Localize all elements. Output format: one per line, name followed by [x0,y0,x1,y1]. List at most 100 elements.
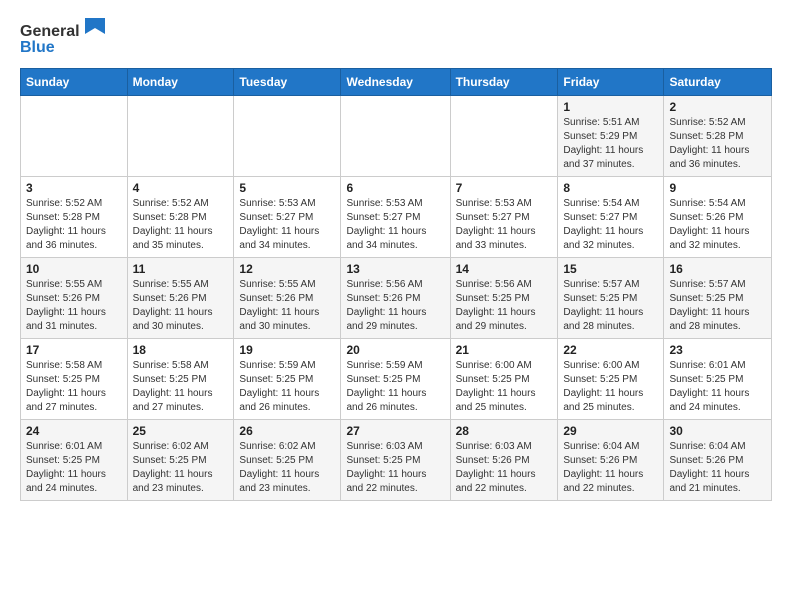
day-number: 30 [669,424,766,438]
day-info: Sunrise: 6:02 AM Sunset: 5:25 PM Dayligh… [239,440,335,496]
day-info: Sunrise: 5:53 AM Sunset: 5:27 PM Dayligh… [239,197,335,253]
day-cell: 24 Sunrise: 6:01 AM Sunset: 5:25 PM Dayli… [21,420,128,501]
day-cell: 17Sunrise: 5:58 AM Sunset: 5:25 PM Dayli… [21,339,128,420]
day-cell: 14 Sunrise: 5:56 AM Sunset: 5:25 PM Dayli… [450,258,558,339]
week-row-2: 10 Sunrise: 5:55 AM Sunset: 5:26 PM Dayli… [21,258,772,339]
day-number: 26 [239,424,335,438]
day-cell: 4 Sunrise: 5:52 AM Sunset: 5:28 PM Daylig… [127,177,234,258]
day-number: 16 [669,262,766,276]
day-info: Sunrise: 6:03 AM Sunset: 5:26 PM Dayligh… [456,440,553,496]
day-cell: 27 Sunrise: 6:03 AM Sunset: 5:25 PM Dayli… [341,420,450,501]
day-cell: 22Sunrise: 6:00 AM Sunset: 5:25 PM Dayli… [558,339,664,420]
day-cell: 13 Sunrise: 5:56 AM Sunset: 5:26 PM Dayli… [341,258,450,339]
day-info: Sunrise: 6:02 AM Sunset: 5:25 PM Dayligh… [133,440,229,496]
day-number: 3 [26,181,122,195]
day-cell: 3Sunrise: 5:52 AM Sunset: 5:28 PM Daylig… [21,177,128,258]
svg-text:General: General [20,23,80,40]
day-number: 8 [563,181,658,195]
day-number: 11 [133,262,229,276]
day-cell: 15 Sunrise: 5:57 AM Sunset: 5:25 PM Dayli… [558,258,664,339]
day-info: Sunrise: 6:00 AM Sunset: 5:25 PM Dayligh… [456,359,553,415]
day-info: Sunrise: 5:55 AM Sunset: 5:26 PM Dayligh… [26,278,122,334]
day-cell: 12 Sunrise: 5:55 AM Sunset: 5:26 PM Dayli… [234,258,341,339]
day-info: Sunrise: 5:55 AM Sunset: 5:26 PM Dayligh… [239,278,335,334]
day-cell: 2 Sunrise: 5:52 AM Sunset: 5:28 PM Daylig… [664,96,772,177]
day-number: 25 [133,424,229,438]
day-info: Sunrise: 5:59 AM Sunset: 5:25 PM Dayligh… [239,359,335,415]
day-number: 27 [346,424,444,438]
day-info: Sunrise: 5:51 AM Sunset: 5:29 PM Dayligh… [563,116,658,172]
day-info: Sunrise: 5:54 AM Sunset: 5:27 PM Dayligh… [563,197,658,253]
day-cell: 28Sunrise: 6:03 AM Sunset: 5:26 PM Dayli… [450,420,558,501]
day-info: Sunrise: 5:59 AM Sunset: 5:25 PM Dayligh… [346,359,444,415]
page: General Blue SundayMondayTuesdayWednesda… [0,0,792,517]
header-cell-friday: Friday [558,69,664,96]
day-info: Sunrise: 5:57 AM Sunset: 5:25 PM Dayligh… [669,278,766,334]
day-number: 22 [563,343,658,357]
day-cell: 19Sunrise: 5:59 AM Sunset: 5:25 PM Dayli… [234,339,341,420]
day-number: 24 [26,424,122,438]
generalblue-logo: General Blue [20,16,110,58]
day-info: Sunrise: 5:58 AM Sunset: 5:25 PM Dayligh… [133,359,229,415]
day-info: Sunrise: 5:56 AM Sunset: 5:25 PM Dayligh… [456,278,553,334]
calendar-table: SundayMondayTuesdayWednesdayThursdayFrid… [20,68,772,501]
day-info: Sunrise: 5:55 AM Sunset: 5:26 PM Dayligh… [133,278,229,334]
day-cell: 5 Sunrise: 5:53 AM Sunset: 5:27 PM Daylig… [234,177,341,258]
day-info: Sunrise: 6:01 AM Sunset: 5:25 PM Dayligh… [26,440,122,496]
day-number: 13 [346,262,444,276]
day-number: 18 [133,343,229,357]
day-info: Sunrise: 6:04 AM Sunset: 5:26 PM Dayligh… [669,440,766,496]
day-cell: 20Sunrise: 5:59 AM Sunset: 5:25 PM Dayli… [341,339,450,420]
day-info: Sunrise: 5:52 AM Sunset: 5:28 PM Dayligh… [669,116,766,172]
day-number: 2 [669,100,766,114]
day-cell [127,96,234,177]
day-cell: 8 Sunrise: 5:54 AM Sunset: 5:27 PM Daylig… [558,177,664,258]
day-number: 29 [563,424,658,438]
day-info: Sunrise: 5:52 AM Sunset: 5:28 PM Dayligh… [133,197,229,253]
day-info: Sunrise: 6:04 AM Sunset: 5:26 PM Dayligh… [563,440,658,496]
header-cell-saturday: Saturday [664,69,772,96]
day-number: 10 [26,262,122,276]
header-cell-wednesday: Wednesday [341,69,450,96]
day-info: Sunrise: 5:53 AM Sunset: 5:27 PM Dayligh… [456,197,553,253]
header-cell-thursday: Thursday [450,69,558,96]
day-number: 6 [346,181,444,195]
week-row-1: 3 Sunrise: 5:52 AM Sunset: 5:28 PM Daylig… [21,177,772,258]
day-number: 12 [239,262,335,276]
header-cell-monday: Monday [127,69,234,96]
day-cell: 10 Sunrise: 5:55 AM Sunset: 5:26 PM Dayli… [21,258,128,339]
day-cell: 26 Sunrise: 6:02 AM Sunset: 5:25 PM Dayli… [234,420,341,501]
header-row: SundayMondayTuesdayWednesdayThursdayFrid… [21,69,772,96]
day-number: 7 [456,181,553,195]
day-number: 15 [563,262,658,276]
day-cell: 9Sunrise: 5:54 AM Sunset: 5:26 PM Daylig… [664,177,772,258]
day-cell: 21 Sunrise: 6:00 AM Sunset: 5:25 PM Dayli… [450,339,558,420]
day-number: 21 [456,343,553,357]
header-cell-sunday: Sunday [21,69,128,96]
week-row-0: 1 Sunrise: 5:51 AM Sunset: 5:29 PM Daylig… [21,96,772,177]
day-number: 9 [669,181,766,195]
week-row-4: 24 Sunrise: 6:01 AM Sunset: 5:25 PM Dayli… [21,420,772,501]
day-number: 14 [456,262,553,276]
calendar-header: SundayMondayTuesdayWednesdayThursdayFrid… [21,69,772,96]
day-info: Sunrise: 5:57 AM Sunset: 5:25 PM Dayligh… [563,278,658,334]
day-cell: 16 Sunrise: 5:57 AM Sunset: 5:25 PM Dayli… [664,258,772,339]
day-number: 5 [239,181,335,195]
day-number: 17 [26,343,122,357]
day-info: Sunrise: 6:03 AM Sunset: 5:25 PM Dayligh… [346,440,444,496]
header-cell-tuesday: Tuesday [234,69,341,96]
day-info: Sunrise: 5:53 AM Sunset: 5:27 PM Dayligh… [346,197,444,253]
day-cell [234,96,341,177]
day-number: 1 [563,100,658,114]
day-cell: 29 Sunrise: 6:04 AM Sunset: 5:26 PM Dayli… [558,420,664,501]
calendar-body: 1 Sunrise: 5:51 AM Sunset: 5:29 PM Daylig… [21,96,772,501]
day-cell: 6 Sunrise: 5:53 AM Sunset: 5:27 PM Daylig… [341,177,450,258]
day-number: 4 [133,181,229,195]
day-cell: 25 Sunrise: 6:02 AM Sunset: 5:25 PM Dayli… [127,420,234,501]
day-cell [341,96,450,177]
day-info: Sunrise: 5:56 AM Sunset: 5:26 PM Dayligh… [346,278,444,334]
day-number: 23 [669,343,766,357]
day-cell: 30 Sunrise: 6:04 AM Sunset: 5:26 PM Dayli… [664,420,772,501]
day-cell [21,96,128,177]
week-row-3: 17 Sunrise: 5:58 AM Sunset: 5:25 PM Dayli… [21,339,772,420]
